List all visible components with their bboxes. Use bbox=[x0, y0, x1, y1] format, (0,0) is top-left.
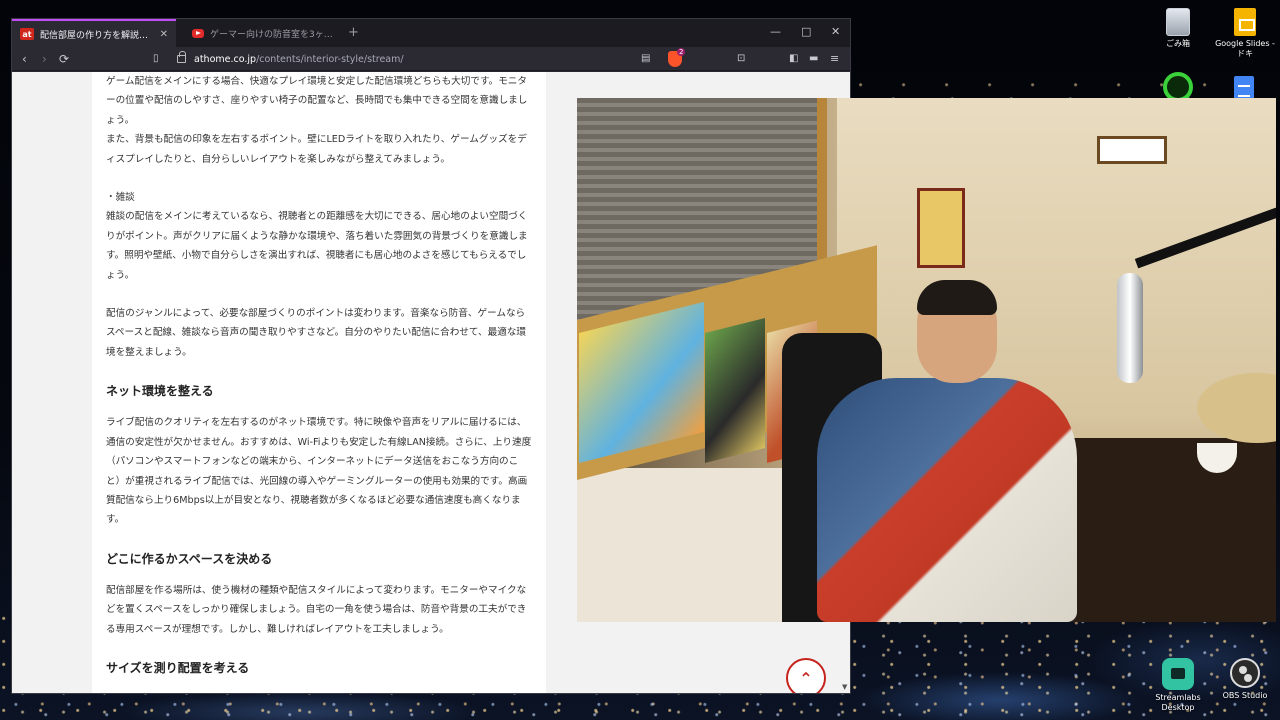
close-window-button[interactable]: ✕ bbox=[831, 25, 840, 38]
article-body: ゲーム配信をメインにする場合、快適なプレイ環境と安定した配信環境どちらも大切です… bbox=[92, 72, 546, 693]
paragraph-game-background: また、背景も配信の印象を左右するポイント。壁にLEDライトを取り入れたり、ゲーム… bbox=[106, 134, 527, 165]
back-button[interactable]: ‹ bbox=[22, 52, 27, 66]
desktop-icon-obs[interactable]: OBS Studio bbox=[1210, 658, 1280, 701]
scroll-down-icon[interactable]: ▼ bbox=[842, 683, 847, 691]
tab-title: 配信部屋の作り方を解説！防音対 bbox=[40, 30, 154, 41]
minimize-button[interactable]: — bbox=[770, 25, 781, 38]
heading-space: どこに作るかスペースを決める bbox=[106, 551, 273, 566]
shield-count-badge: 2 bbox=[677, 48, 686, 56]
webcam-poster bbox=[917, 188, 965, 268]
address-bar[interactable]: athome.co.jp /contents/interior-style/st… bbox=[177, 50, 627, 68]
maximize-button[interactable]: □ bbox=[801, 25, 811, 38]
wallet-icon[interactable]: ▬ bbox=[809, 52, 818, 66]
webcam-person-hair bbox=[917, 280, 997, 315]
reload-button[interactable]: ⟳ bbox=[59, 52, 69, 66]
google-slides-icon bbox=[1234, 8, 1256, 36]
webcam-preview bbox=[577, 98, 1276, 622]
reader-mode-icon[interactable]: ▤ bbox=[641, 52, 650, 66]
paragraph-genre: 配信のジャンルによって、必要な部屋づくりのポイントは変わります。音楽なら防音、ゲ… bbox=[106, 308, 527, 358]
close-icon[interactable]: ✕ bbox=[160, 29, 168, 40]
desktop-icon-label: OBS Studio bbox=[1222, 691, 1268, 700]
heading-network: ネット環境を整える bbox=[106, 384, 214, 399]
paragraph-zatsudan: 雑談の配信をメインに考えているなら、視聴者との距離感を大切にできる、居心地のよい… bbox=[106, 211, 528, 281]
nav-bar: ‹ › ⟳ ▯ athome.co.jp /contents/interior-… bbox=[12, 47, 850, 71]
at-icon: at bbox=[20, 28, 34, 40]
url-host: athome.co.jp bbox=[194, 53, 257, 65]
desktop-icon-label: Google Slides - ドキ bbox=[1215, 39, 1275, 58]
desktop-icon-recycle-bin[interactable]: ごみ箱 bbox=[1143, 8, 1213, 49]
bookmark-icon[interactable]: ▯ bbox=[153, 52, 159, 66]
obs-icon bbox=[1230, 658, 1260, 688]
webcam-sign bbox=[1097, 136, 1167, 164]
youtube-icon bbox=[192, 28, 204, 38]
tab-active[interactable]: at 配信部屋の作り方を解説！防音対 ✕ bbox=[12, 19, 176, 47]
desktop-icon-streamlabs[interactable]: Streamlabs Desktop bbox=[1143, 658, 1213, 712]
url-path: /contents/interior-style/stream/ bbox=[256, 53, 404, 65]
desktop-icon-label: Streamlabs Desktop bbox=[1155, 693, 1201, 712]
new-tab-button[interactable]: + bbox=[348, 25, 359, 40]
sidebar-icon[interactable]: ◧ bbox=[789, 52, 798, 66]
paragraph-network: ライブ配信のクオリティを左右するのがネット環境です。特に映像や音声をリアルに届け… bbox=[106, 417, 532, 526]
webcam-painting bbox=[705, 318, 765, 463]
recycle-bin-icon bbox=[1166, 8, 1190, 36]
heading-size: サイズを測り配置を考える bbox=[106, 660, 250, 675]
desktop-icon-google-slides[interactable]: Google Slides - ドキ bbox=[1210, 8, 1280, 58]
webcam-microphone bbox=[1117, 273, 1143, 383]
tab-inactive[interactable]: ゲーマー向けの防音室を3ヶ月使ったので bbox=[184, 19, 348, 47]
tab-title: ゲーマー向けの防音室を3ヶ月使ったので bbox=[210, 29, 340, 40]
webcam-person-body bbox=[817, 378, 1077, 622]
back-to-top-button[interactable]: ⌃ bbox=[786, 658, 826, 693]
desktop-icon-label: ごみ箱 bbox=[1166, 39, 1190, 48]
extensions-icon[interactable]: ⊡ bbox=[737, 52, 745, 66]
paragraph-game: ゲーム配信をメインにする場合、快適なプレイ環境と安定した配信環境どちらも大切です… bbox=[106, 76, 528, 126]
tab-bar: at 配信部屋の作り方を解説！防音対 ✕ ゲーマー向けの防音室を3ヶ月使ったので… bbox=[12, 19, 850, 47]
subheading-zatsudan: ・雑談 bbox=[106, 192, 135, 204]
paragraph-space: 配信部屋を作る場所は、使う機材の種類や配信スタイルによって変わります。モニターや… bbox=[106, 584, 527, 635]
menu-icon[interactable]: ≡ bbox=[830, 52, 839, 66]
streamlabs-icon bbox=[1162, 658, 1194, 690]
lock-icon bbox=[177, 51, 186, 63]
forward-button[interactable]: › bbox=[42, 52, 47, 66]
